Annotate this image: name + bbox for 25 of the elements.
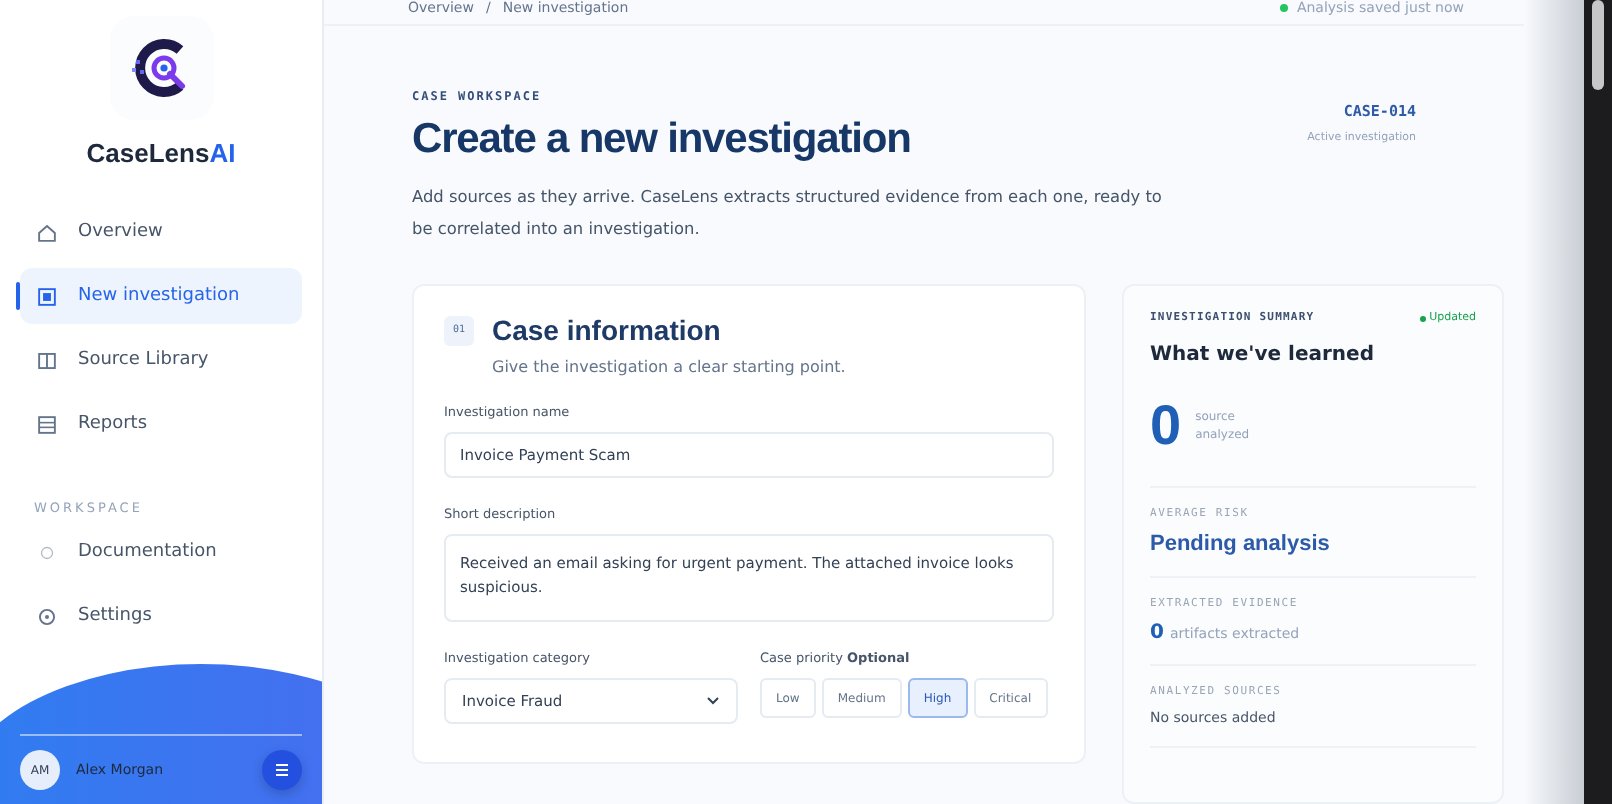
summary-title: What we've learned xyxy=(1150,344,1376,366)
nav-item[interactable]: Settings xyxy=(20,588,302,644)
nav-item[interactable]: Documentation xyxy=(20,524,302,580)
nav-item[interactable]: New investigation xyxy=(20,268,302,324)
nav-item[interactable]: Source Library xyxy=(20,332,302,388)
logo-icon xyxy=(109,16,213,120)
status-dot xyxy=(1280,4,1289,12)
scrollbar[interactable] xyxy=(1584,0,1612,804)
brand-name: CaseLensAI xyxy=(84,138,238,168)
settings-icon xyxy=(36,605,58,627)
nav-item[interactable]: Overview xyxy=(20,204,302,260)
page-title: Create a new investigation xyxy=(412,116,913,164)
chevron-down-icon xyxy=(706,696,720,706)
circle-icon xyxy=(36,541,58,563)
nav-item[interactable]: Reports xyxy=(20,396,302,452)
card-subtitle: Give the investigation a clear starting point. xyxy=(492,358,848,376)
source-count: 0 xyxy=(1150,394,1182,458)
panel-icon xyxy=(36,349,58,371)
list-icon xyxy=(36,413,58,435)
risk-value: Pending analysis xyxy=(1150,532,1332,556)
menu-icon xyxy=(274,762,290,778)
card-title: Case information xyxy=(492,314,721,346)
home-icon xyxy=(36,221,58,243)
page-description: Add sources as they arrive. CaseLens extracts structured evidence from each one, ready to be correlated into an investigation. xyxy=(412,184,1164,242)
square-icon xyxy=(36,285,58,307)
